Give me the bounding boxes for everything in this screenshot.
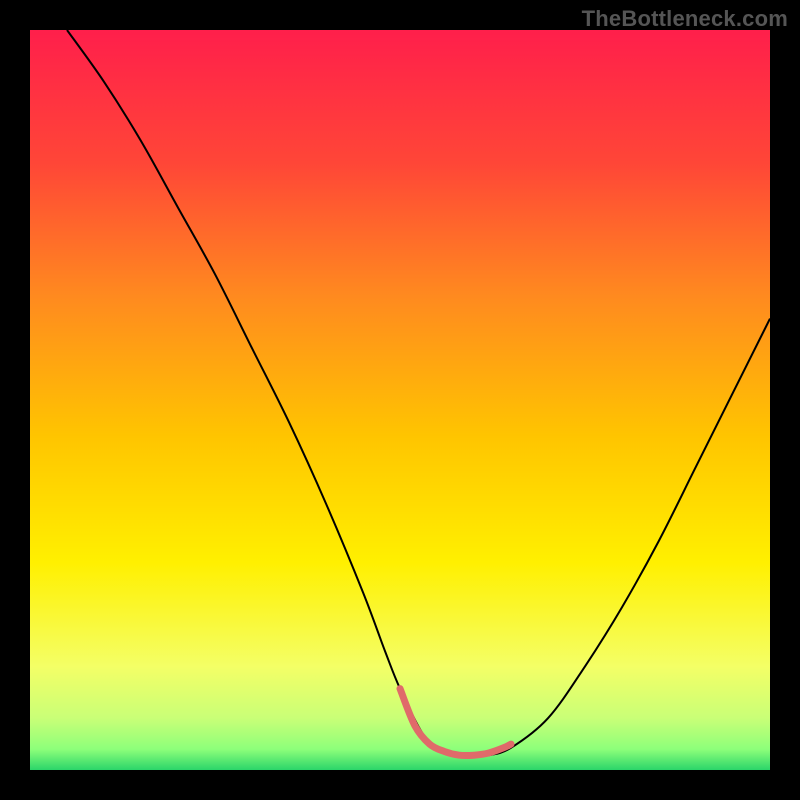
plot-area xyxy=(30,30,770,770)
watermark-text: TheBottleneck.com xyxy=(582,6,788,32)
chart-svg xyxy=(30,30,770,770)
chart-frame: TheBottleneck.com xyxy=(0,0,800,800)
